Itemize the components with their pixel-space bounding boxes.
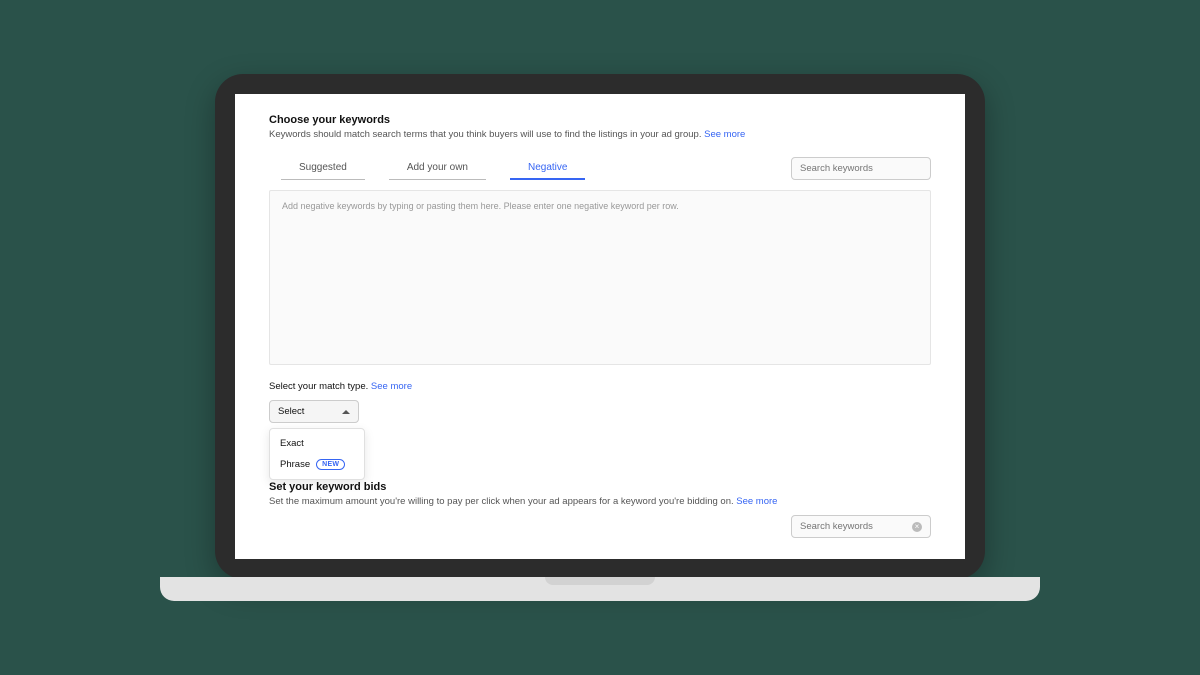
match-type-option-phrase[interactable]: Phrase NEW — [270, 454, 364, 475]
tab-negative[interactable]: Negative — [510, 156, 585, 180]
match-type-dropdown: Exact Phrase NEW — [269, 428, 365, 480]
match-type-row: Select your match type. See more Select … — [269, 381, 931, 423]
bids-search-input[interactable] — [800, 521, 912, 532]
tab-suggested[interactable]: Suggested — [281, 156, 365, 180]
search-keywords-input[interactable] — [800, 163, 922, 174]
new-badge: NEW — [316, 459, 345, 470]
laptop-frame: Choose your keywords Keywords should mat… — [215, 74, 985, 579]
bids-section: Set your keyword bids Set the maximum am… — [269, 481, 931, 538]
match-type-select-label: Select — [278, 406, 304, 417]
bids-desc: Set the maximum amount you're willing to… — [269, 496, 931, 507]
bids-title: Set your keyword bids — [269, 481, 931, 493]
keywords-tabs: Suggested Add your own Negative — [269, 156, 585, 180]
laptop-base — [160, 577, 1040, 601]
clear-icon[interactable]: × — [912, 522, 922, 532]
negative-keywords-textarea[interactable]: Add negative keywords by typing or pasti… — [269, 190, 931, 365]
bids-see-more-link[interactable]: See more — [736, 496, 777, 507]
app-screen: Choose your keywords Keywords should mat… — [235, 94, 965, 559]
laptop-mockup: Choose your keywords Keywords should mat… — [160, 74, 1040, 601]
negative-keywords-placeholder: Add negative keywords by typing or pasti… — [282, 201, 918, 211]
keywords-desc: Keywords should match search terms that … — [269, 129, 931, 140]
match-type-option-exact[interactable]: Exact — [270, 433, 364, 454]
search-keywords-box[interactable] — [791, 157, 931, 180]
tab-add-your-own[interactable]: Add your own — [389, 156, 486, 180]
match-type-see-more-link[interactable]: See more — [371, 381, 412, 392]
chevron-up-icon — [342, 410, 350, 414]
keywords-section: Choose your keywords Keywords should mat… — [269, 114, 931, 140]
match-type-label: Select your match type. — [269, 381, 368, 392]
keywords-title: Choose your keywords — [269, 114, 931, 126]
keywords-see-more-link[interactable]: See more — [704, 129, 745, 140]
bids-search-box[interactable]: × — [791, 515, 931, 538]
match-type-select[interactable]: Select — [269, 400, 359, 423]
